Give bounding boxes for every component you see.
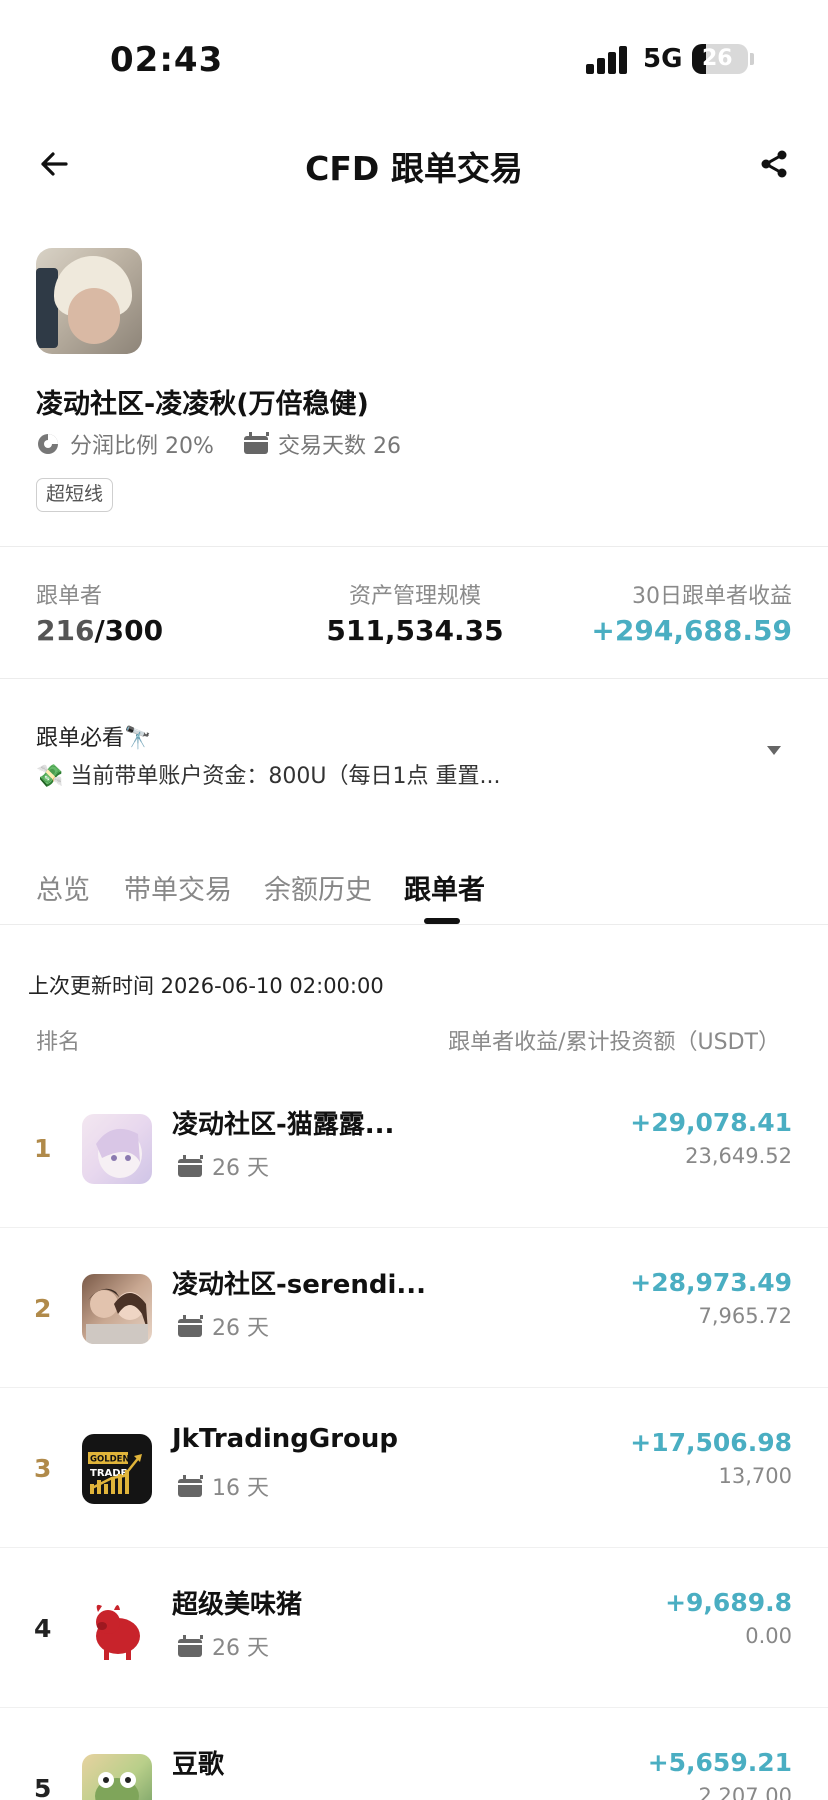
follower-investment: 0.00 xyxy=(745,1624,792,1648)
follower-investment: 7,965.72 xyxy=(698,1304,792,1328)
update-time: 上次更新时间 2026-06-10 02:00:00 xyxy=(28,974,384,998)
calendar-icon xyxy=(178,1155,203,1177)
trader-name: 凌动社区-凌凌秋(万倍稳健) xyxy=(36,389,369,420)
share-icon[interactable] xyxy=(758,148,790,180)
follower-profit: +29,078.41 xyxy=(630,1108,792,1137)
battery-level: 26 xyxy=(702,46,733,71)
follower-days: 26 天 xyxy=(178,1630,269,1662)
signal-icon xyxy=(586,46,630,74)
trading-days-text: 交易天数 26 xyxy=(278,434,401,459)
follower-days-text: 26 天 xyxy=(212,1316,269,1341)
follower-investment: 2,207.00 xyxy=(698,1784,792,1800)
status-time: 02:43 xyxy=(110,40,224,80)
column-value: 跟单者收益/累计投资额（USDT） xyxy=(448,1030,780,1055)
follower-avatar xyxy=(82,1754,152,1800)
profit-share: 分润比例 20% xyxy=(36,428,214,460)
tab-lead-trades[interactable]: 带单交易 xyxy=(124,868,232,907)
tab-overview[interactable]: 总览 xyxy=(36,868,90,907)
follower-row[interactable]: 5 豆歌 +5,659.21 2,207.00 xyxy=(0,1708,828,1800)
follower-investment: 23,649.52 xyxy=(685,1144,792,1168)
follower-days: 26 天 xyxy=(178,1150,269,1182)
follower-avatar: GOLDEN TRADE xyxy=(82,1434,152,1504)
followers-count: 216/300 xyxy=(36,614,163,647)
followers-label: 跟单者 xyxy=(36,584,103,609)
notice-body[interactable]: 💸 当前带单账户资金：800U（每日1点 重置... xyxy=(36,758,500,790)
calendar-icon xyxy=(178,1635,203,1657)
calendar-icon xyxy=(178,1315,203,1337)
follower-name: 凌动社区-猫露露... xyxy=(172,1110,395,1140)
follower-profit: +17,506.98 xyxy=(630,1428,792,1457)
follower-name: 凌动社区-serendi... xyxy=(172,1270,427,1300)
follower-avatar xyxy=(82,1594,152,1664)
row-rank: 4 xyxy=(34,1614,52,1643)
divider xyxy=(0,546,828,547)
follower-profit: +28,973.49 xyxy=(630,1268,792,1297)
profit-label: 30日跟单者收益 xyxy=(632,584,792,609)
expand-caret-icon[interactable] xyxy=(767,746,781,755)
followers-current: 216 xyxy=(36,614,95,647)
follower-days: 16 天 xyxy=(178,1470,269,1502)
followers-max: /300 xyxy=(94,614,164,647)
aum-label: 资产管理规模 xyxy=(348,584,481,609)
follower-name: 超级美味猪 xyxy=(172,1590,303,1620)
follower-name: 豆歌 xyxy=(172,1750,225,1780)
follower-name: JkTradingGroup xyxy=(172,1424,399,1454)
row-rank: 3 xyxy=(34,1454,52,1483)
row-rank: 5 xyxy=(34,1774,52,1800)
follower-days-text: 26 天 xyxy=(212,1156,269,1181)
follower-row[interactable]: 3 GOLDEN TRADE JkTradingGroup 16 天 +17,5… xyxy=(0,1388,828,1548)
trader-avatar[interactable] xyxy=(36,248,142,354)
battery-tip xyxy=(750,53,754,65)
network-label: 5G xyxy=(643,44,683,74)
follower-avatar xyxy=(82,1114,152,1184)
avatar-logo-text: GOLDEN xyxy=(90,1455,130,1465)
divider xyxy=(0,678,828,679)
trading-days: 交易天数 26 xyxy=(244,428,401,460)
column-rank: 排名 xyxy=(36,1030,81,1055)
calendar-icon xyxy=(178,1475,203,1497)
follower-investment: 13,700 xyxy=(718,1464,792,1488)
profit-share-text: 分润比例 20% xyxy=(70,434,214,459)
row-rank: 2 xyxy=(34,1294,52,1323)
follower-row[interactable]: 4 超级美味猪 26 天 +9,689.8 0.00 xyxy=(0,1548,828,1708)
tab-followers[interactable]: 跟单者 xyxy=(404,868,485,907)
strategy-tag: 超短线 xyxy=(36,478,114,512)
follower-avatar xyxy=(82,1274,152,1344)
battery-icon: 26 xyxy=(692,44,748,74)
follower-row[interactable]: 2 凌动社区-serendi... 26 天 +28,973.49 7,965.… xyxy=(0,1228,828,1388)
calendar-icon xyxy=(244,432,269,456)
follower-profit: +9,689.8 xyxy=(665,1588,792,1617)
status-bar: 02:43 5G 26 xyxy=(0,0,828,120)
row-rank: 1 xyxy=(34,1134,52,1163)
follower-days: 26 天 xyxy=(178,1310,269,1342)
notice-title: 跟单必看🔭 xyxy=(36,726,152,751)
follower-profit: +5,659.21 xyxy=(647,1748,792,1777)
divider xyxy=(0,924,828,925)
pie-chart-icon xyxy=(36,432,60,456)
page-title: CFD 跟单交易 xyxy=(305,149,523,188)
profit-value: +294,688.59 xyxy=(591,614,792,647)
aum-value: 511,534.35 xyxy=(326,614,504,647)
follower-days-text: 16 天 xyxy=(212,1476,269,1501)
tab-balance-history[interactable]: 余额历史 xyxy=(264,868,372,907)
follower-row[interactable]: 1 凌动社区-猫露露... 26 天 +29,078.41 23,649.52 xyxy=(0,1068,828,1228)
follower-days-text: 26 天 xyxy=(212,1636,269,1661)
